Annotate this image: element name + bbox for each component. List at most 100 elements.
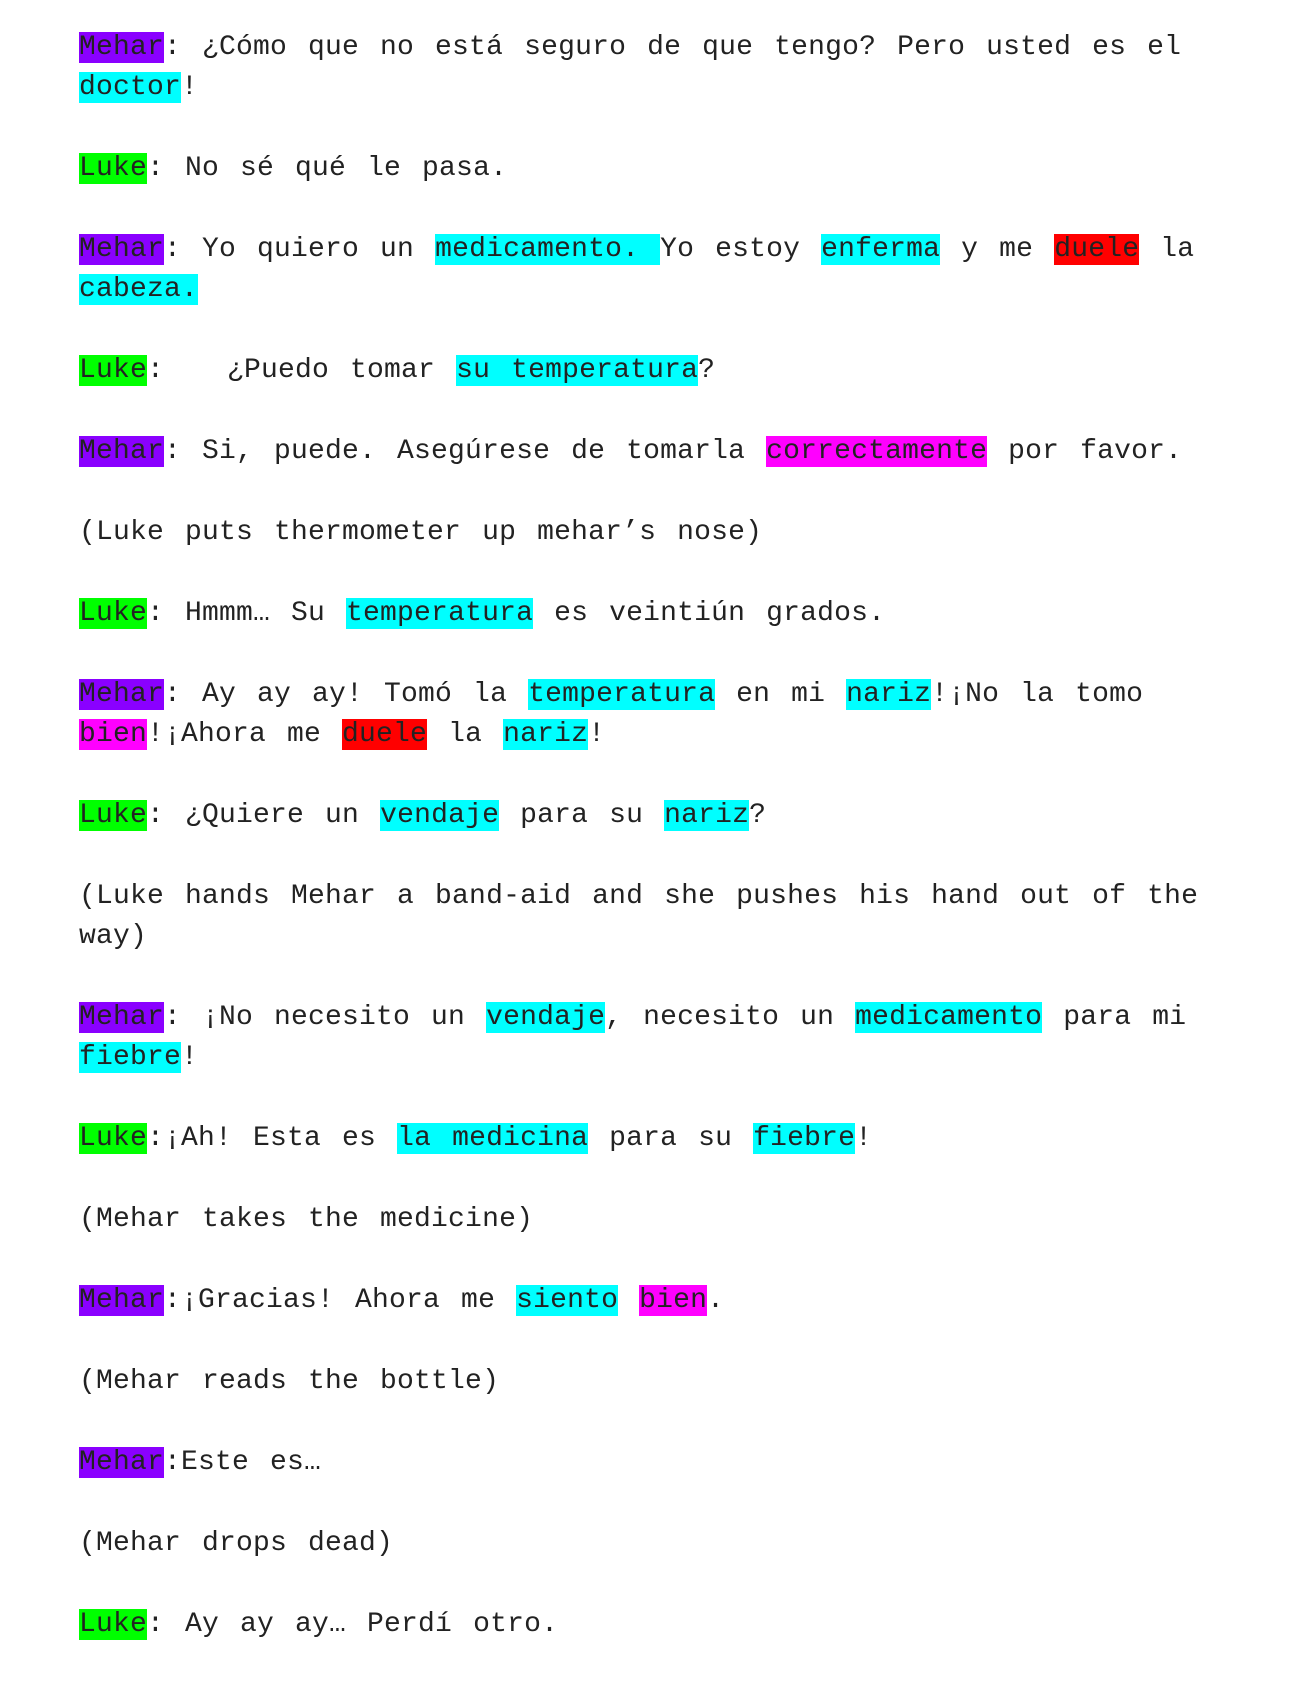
line-text: en mi: [715, 679, 847, 710]
line-text: : ¿Quiere un: [147, 800, 381, 831]
script-line: Mehar: Ay ay ay! Tomó la temperatura en …: [79, 675, 1219, 755]
highlighted-text-purple: Mehar: [79, 1285, 165, 1316]
line-text: : Yo quiero un: [164, 234, 436, 265]
line-text: ?: [698, 355, 716, 386]
line-text: .: [707, 1285, 725, 1316]
line-text: : ¿Cómo que no está seguro de que tengo?…: [164, 32, 1203, 63]
highlighted-text-purple: Mehar: [79, 234, 165, 265]
line-text: (Luke puts thermometer up mehar’s nose): [79, 517, 763, 548]
highlighted-text-purple: Mehar: [79, 32, 165, 63]
line-text: (Mehar drops dead): [79, 1528, 394, 1559]
line-text: !: [588, 719, 606, 750]
highlighted-text-cyan: vendaje: [380, 800, 500, 831]
highlighted-text-cyan: cabeza.: [79, 274, 199, 305]
line-text: es veintiún grados.: [533, 598, 886, 629]
highlighted-text-cyan: siento: [516, 1285, 619, 1316]
highlighted-text-purple: Mehar: [79, 436, 165, 467]
highlighted-text-cyan: temperatura: [346, 598, 534, 629]
script-line: Luke: Ay ay ay… Perdí otro.: [79, 1605, 1219, 1645]
line-text: :¡Ah! Esta es: [147, 1123, 398, 1154]
line-text: para su: [499, 800, 665, 831]
line-text: !: [181, 72, 199, 103]
line-text: por favor.: [987, 436, 1183, 467]
highlighted-text-cyan: nariz: [846, 679, 932, 710]
line-text: [618, 1285, 639, 1316]
line-text: !: [181, 1042, 199, 1073]
highlighted-text-green: Luke: [79, 800, 148, 831]
highlighted-text-cyan: la medicina: [397, 1123, 589, 1154]
line-text: la: [1139, 234, 1216, 265]
line-text: : Si, puede. Asegúrese de tomarla: [164, 436, 767, 467]
highlighted-text-purple: Mehar: [79, 1002, 165, 1033]
highlighted-text-cyan: medicamento.: [435, 234, 661, 265]
line-text: : ¿Puedo tomar: [147, 355, 457, 386]
highlighted-text-cyan: enferma: [821, 234, 941, 265]
line-text: : Hmmm… Su: [147, 598, 347, 629]
highlighted-text-magenta: bien: [639, 1285, 708, 1316]
script-line: (Mehar reads the bottle): [79, 1362, 1219, 1402]
line-text: :Este es…: [164, 1447, 322, 1478]
highlighted-text-red: duele: [1054, 234, 1140, 265]
line-text: (Luke hands Mehar a band-aid and she pus…: [79, 881, 1220, 952]
highlighted-text-green: Luke: [79, 1609, 148, 1640]
line-text: !¡Ahora me: [147, 719, 343, 750]
line-text: ?: [749, 800, 767, 831]
script-line: (Mehar drops dead): [79, 1524, 1219, 1564]
highlighted-text-cyan: fiebre: [79, 1042, 182, 1073]
script-line: Luke: ¿Quiere un vendaje para su nariz?: [79, 796, 1219, 836]
script-line: Luke: Hmmm… Su temperatura es veintiún g…: [79, 594, 1219, 634]
line-text: la: [427, 719, 504, 750]
line-text: !¡No la tomo: [931, 679, 1165, 710]
highlighted-text-green: Luke: [79, 1123, 148, 1154]
script-line: Mehar: Yo quiero un medicamento. Yo esto…: [79, 230, 1219, 310]
line-text: (Mehar takes the medicine): [79, 1204, 534, 1235]
line-text: : ¡No necesito un: [164, 1002, 487, 1033]
highlighted-text-cyan: fiebre: [753, 1123, 856, 1154]
highlighted-text-purple: Mehar: [79, 679, 165, 710]
highlighted-text-red: duele: [342, 719, 428, 750]
line-text: , necesito un: [605, 1002, 856, 1033]
highlighted-text-cyan: vendaje: [486, 1002, 606, 1033]
line-text: y me: [940, 234, 1055, 265]
highlighted-text-green: Luke: [79, 355, 148, 386]
line-text: para mi: [1042, 1002, 1208, 1033]
script-line: (Luke puts thermometer up mehar’s nose): [79, 513, 1219, 553]
line-text: Yo estoy: [660, 234, 822, 265]
script-line: Luke:¡Ah! Esta es la medicina para su fi…: [79, 1119, 1219, 1159]
script-line: Mehar: Si, puede. Asegúrese de tomarla c…: [79, 432, 1219, 472]
line-text: para su: [588, 1123, 754, 1154]
highlighted-text-magenta: correctamente: [766, 436, 988, 467]
highlighted-text-cyan: nariz: [503, 719, 589, 750]
highlighted-text-cyan: su temperatura: [456, 355, 699, 386]
script-line: Mehar:Este es…: [79, 1443, 1219, 1483]
line-text: : Ay ay ay! Tomó la: [164, 679, 529, 710]
line-text: (Mehar reads the bottle): [79, 1366, 500, 1397]
highlighted-text-cyan: doctor: [79, 72, 182, 103]
script-line: Mehar: ¡No necesito un vendaje, necesito…: [79, 998, 1219, 1078]
script-line: Mehar:¡Gracias! Ahora me siento bien.: [79, 1281, 1219, 1321]
line-text: : Ay ay ay… Perdí otro.: [147, 1609, 559, 1640]
highlighted-text-green: Luke: [79, 598, 148, 629]
highlighted-text-cyan: medicamento: [855, 1002, 1043, 1033]
script-line: (Luke hands Mehar a band-aid and she pus…: [79, 877, 1219, 957]
highlighted-text-magenta: bien: [79, 719, 148, 750]
highlighted-text-purple: Mehar: [79, 1447, 165, 1478]
script-line: Luke: ¿Puedo tomar su temperatura?: [79, 351, 1219, 391]
script-line: (Mehar takes the medicine): [79, 1200, 1219, 1240]
